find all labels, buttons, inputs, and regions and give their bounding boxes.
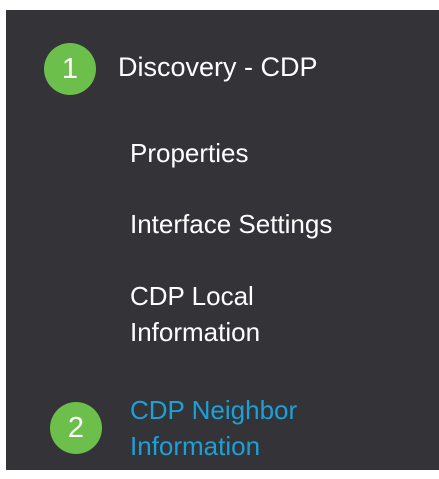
nav-item-cdp-local-information[interactable]: CDP Local Information (130, 278, 260, 350)
discovery-cdp-section-header[interactable]: 1 Discovery - CDP (44, 43, 424, 95)
nav-item-label-line-1: CDP Neighbor (130, 395, 298, 425)
nav-item-label: Properties (130, 138, 249, 168)
navigation-panel: 1 Discovery - CDP Properties Interface S… (6, 10, 439, 470)
step-1-badge: 1 (44, 43, 96, 95)
nav-item-label-line-1: CDP Local (130, 281, 254, 311)
nav-item-properties[interactable]: Properties (130, 135, 249, 171)
section-title: Discovery - CDP (118, 52, 318, 82)
nav-item-label-line-2: Information (130, 317, 261, 347)
nav-item-label: Interface Settings (130, 209, 333, 239)
nav-item-interface-settings[interactable]: Interface Settings (130, 206, 332, 242)
nav-item-label-line-2: Information (130, 431, 261, 461)
step-2-badge: 2 (50, 402, 102, 454)
nav-item-cdp-neighbor-information[interactable]: CDP Neighbor Information (130, 392, 297, 464)
